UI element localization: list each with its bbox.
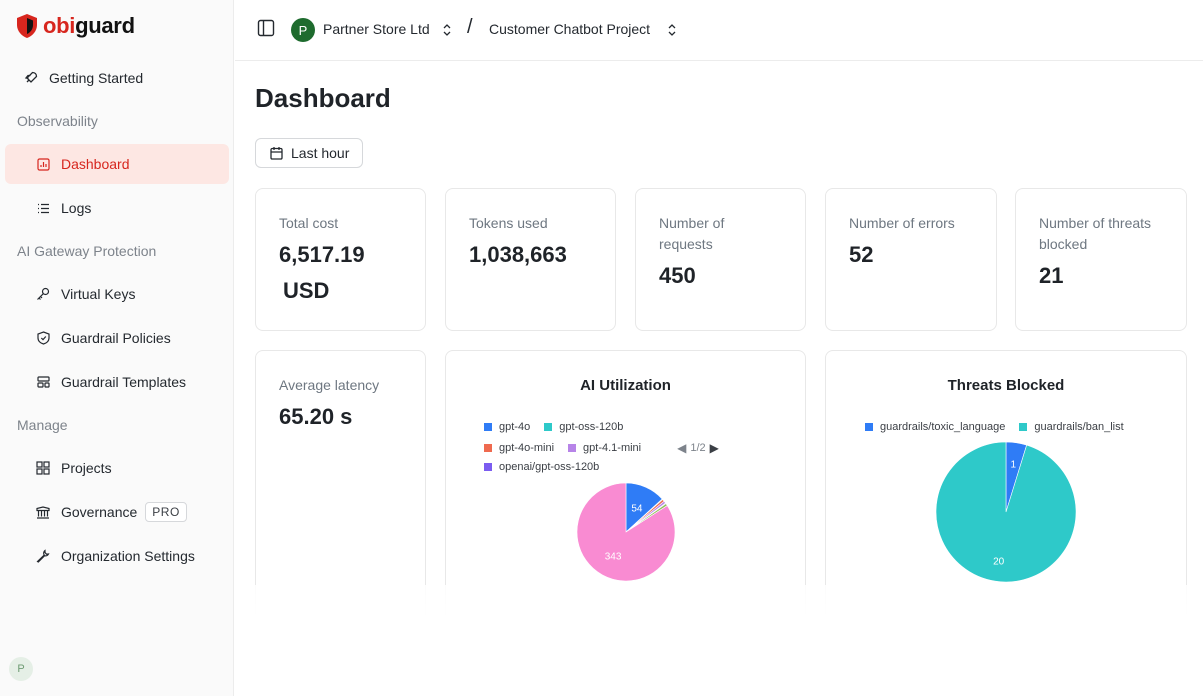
metric-value: 450 xyxy=(659,263,696,288)
section-observability: Observability xyxy=(17,113,98,129)
metric-label: Average latency xyxy=(279,377,380,393)
sidebar-item-label: Logs xyxy=(61,200,92,216)
sidebar-item-logs[interactable]: Logs xyxy=(5,188,229,228)
brand-name: obiguard xyxy=(43,13,135,38)
metric-card-errors: Number of errors 52 xyxy=(825,188,997,331)
sidebar: obiguard Getting Started Observability D… xyxy=(0,0,234,696)
sidebar-item-governance[interactable]: Governance PRO xyxy=(5,492,229,532)
sidebar-item-virtual-keys[interactable]: Virtual Keys xyxy=(5,274,229,314)
sidebar-item-label: Guardrail Templates xyxy=(61,374,187,390)
top-bar: P Partner Store Ltd / Customer Chatbot P… xyxy=(235,0,1203,61)
metric-label: Total cost xyxy=(279,215,339,231)
metric-value: 65.20 s xyxy=(279,404,353,429)
sidebar-item-label: Virtual Keys xyxy=(61,286,136,302)
rocket-icon xyxy=(23,70,39,86)
sidebar-item-label: Guardrail Policies xyxy=(61,330,171,346)
sidebar-toggle-icon[interactable] xyxy=(257,19,277,39)
key-icon xyxy=(35,286,51,302)
pie-slice[interactable] xyxy=(935,441,1077,583)
list-icon xyxy=(35,200,51,216)
pie-data-label: 20 xyxy=(993,556,1005,567)
section-ai-gateway-protection: AI Gateway Protection xyxy=(17,243,157,259)
breadcrumb-separator: / xyxy=(467,16,473,38)
metric-label: Number of threats blocked xyxy=(1039,215,1152,252)
project-switcher[interactable]: Customer Chatbot Project xyxy=(489,21,650,37)
metric-value: 21 xyxy=(1039,263,1064,288)
metric-label: Number of errors xyxy=(849,215,955,231)
brand-logo[interactable]: obiguard xyxy=(15,12,135,40)
calendar-icon xyxy=(270,146,283,160)
sidebar-item-organization-settings[interactable]: Organization Settings xyxy=(5,536,229,576)
user-avatar[interactable]: P xyxy=(9,657,33,681)
sidebar-item-guardrail-templates[interactable]: Guardrail Templates xyxy=(5,362,229,402)
sidebar-item-label: Projects xyxy=(61,460,112,476)
wrench-icon xyxy=(35,548,51,564)
bank-icon xyxy=(35,504,51,520)
sidebar-item-label: Organization Settings xyxy=(61,548,195,564)
metric-value: 52 xyxy=(849,242,874,267)
loading-fade-overlay xyxy=(235,585,1203,696)
sidebar-item-getting-started[interactable]: Getting Started xyxy=(5,58,229,98)
grid-icon xyxy=(35,460,51,476)
shield-logo-icon xyxy=(17,14,37,38)
sidebar-item-label: Dashboard xyxy=(61,156,130,172)
section-manage: Manage xyxy=(17,417,68,433)
org-avatar[interactable]: P xyxy=(291,18,315,42)
metric-card-tokens-used: Tokens used 1,038,663 xyxy=(445,188,616,331)
metric-value: 6,517.19 xyxy=(279,242,365,267)
chevron-up-down-icon[interactable] xyxy=(666,23,678,37)
metric-value: 1,038,663 xyxy=(469,242,567,267)
pie-data-label: 54 xyxy=(631,503,643,514)
metric-card-threats-blocked: Number of threats blocked 21 xyxy=(1015,188,1187,331)
chart-icon xyxy=(35,156,51,172)
metric-label: Tokens used xyxy=(469,215,548,231)
sidebar-item-guardrail-policies[interactable]: Guardrail Policies xyxy=(5,318,229,358)
metric-unit: USD xyxy=(283,278,330,303)
chevron-up-down-icon[interactable] xyxy=(441,23,453,37)
time-range-label: Last hour xyxy=(291,145,350,161)
sidebar-item-dashboard[interactable]: Dashboard xyxy=(5,144,229,184)
metric-card-total-cost: Total cost 6,517.19 USD xyxy=(255,188,426,331)
time-range-button[interactable]: Last hour xyxy=(255,138,363,168)
metric-label: Number of requests xyxy=(659,215,725,252)
page-title: Dashboard xyxy=(255,83,391,113)
sidebar-item-label: Governance xyxy=(61,504,138,520)
metric-card-requests: Number of requests 450 xyxy=(635,188,806,331)
pie-data-label: 1 xyxy=(1011,460,1017,471)
org-switcher[interactable]: Partner Store Ltd xyxy=(323,21,430,37)
sidebar-item-projects[interactable]: Projects xyxy=(5,448,229,488)
pie-data-label: 343 xyxy=(605,552,622,563)
sidebar-item-label: Getting Started xyxy=(49,70,144,86)
pro-badge: PRO xyxy=(145,502,187,522)
shield-check-icon xyxy=(35,330,51,346)
template-icon xyxy=(35,374,51,390)
